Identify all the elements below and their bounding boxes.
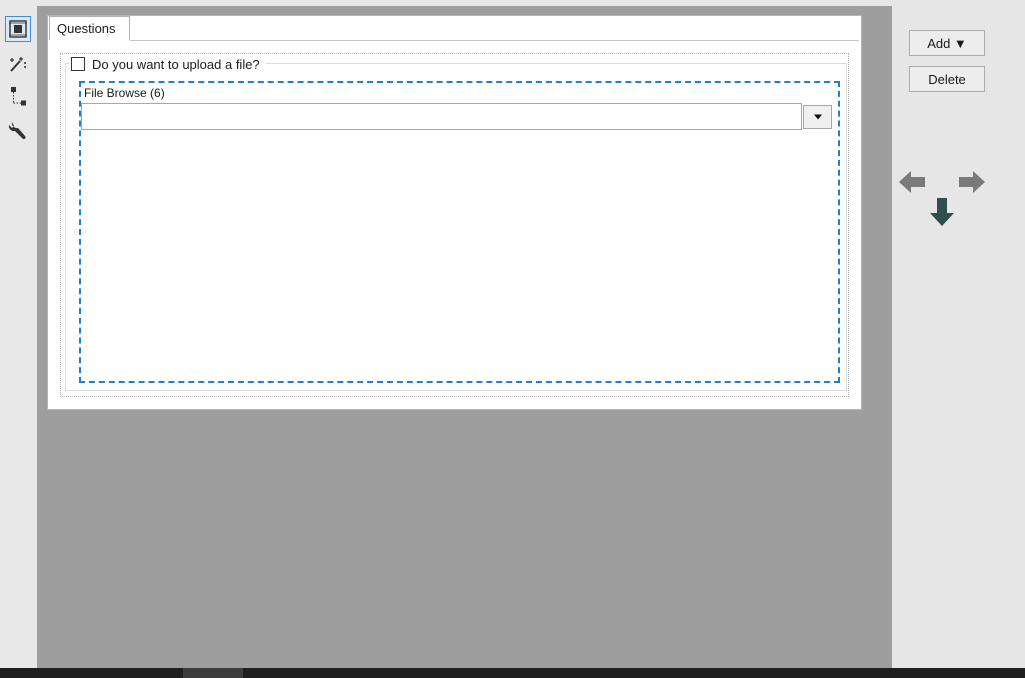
bottom-scrollbar[interactable] <box>0 668 1025 678</box>
layout-frame-icon <box>9 20 27 38</box>
settings-tool-button[interactable] <box>5 117 31 143</box>
tree-tool-button[interactable] <box>5 84 31 110</box>
add-button[interactable]: Add ▼ <box>909 30 985 56</box>
move-down-button[interactable] <box>929 197 955 230</box>
tab-divider <box>130 40 859 41</box>
scrollbar-thumb[interactable] <box>183 668 243 678</box>
file-browse-dropdown-button[interactable] <box>803 105 832 129</box>
delete-button[interactable]: Delete <box>909 66 985 92</box>
move-left-button[interactable] <box>898 170 926 197</box>
group-header: Do you want to upload a file? <box>69 54 266 74</box>
tree-structure-icon <box>11 87 26 106</box>
file-browse-input[interactable] <box>81 103 802 130</box>
tab-questions[interactable]: Questions <box>49 16 130 40</box>
upload-file-label: Do you want to upload a file? <box>92 56 260 72</box>
file-browse-label: File Browse (6) <box>84 86 165 100</box>
caret-down-icon <box>813 114 822 120</box>
arrow-down-icon <box>930 198 954 226</box>
wrench-icon <box>8 122 26 140</box>
move-right-button[interactable] <box>958 170 986 197</box>
arrow-left-icon <box>899 171 925 193</box>
upload-file-checkbox[interactable] <box>71 57 85 71</box>
arrow-right-icon <box>959 171 985 193</box>
layout-tool-button[interactable] <box>5 16 31 42</box>
right-panel <box>892 0 1025 668</box>
magic-wand-tool-button[interactable] <box>5 51 31 77</box>
magic-wand-icon <box>10 57 26 72</box>
